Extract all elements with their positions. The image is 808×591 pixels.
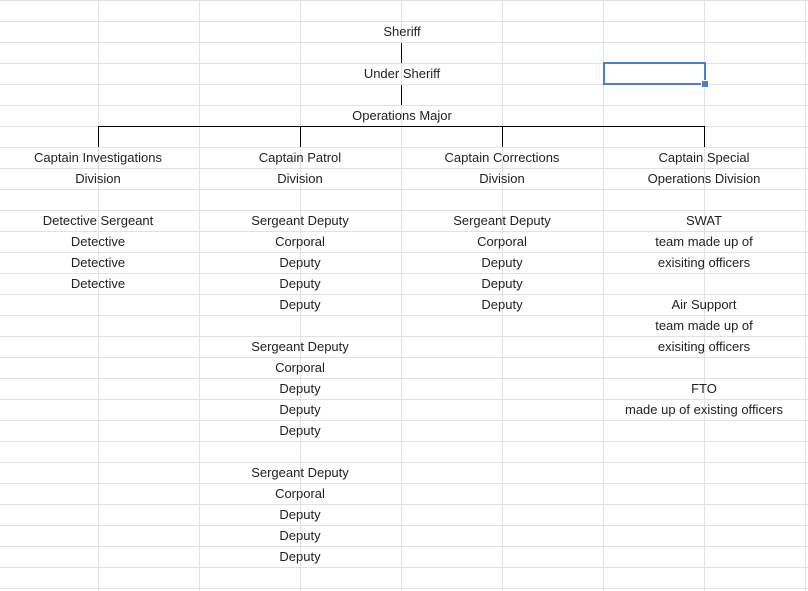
row-gridline (0, 189, 808, 190)
connector-drop-corrections (502, 126, 503, 147)
connector-horizontal-bar (98, 126, 705, 127)
cell-patrol-member[interactable]: Sergeant Deputy (200, 210, 400, 231)
row-gridline (0, 357, 808, 358)
row-gridline (0, 525, 808, 526)
cell-patrol-member[interactable]: Deputy (200, 252, 400, 273)
row-gridline (0, 462, 808, 463)
cell-special-unit[interactable]: FTO (604, 378, 804, 399)
fill-handle[interactable] (701, 80, 709, 88)
cell-special-title[interactable]: Captain Special (604, 147, 804, 168)
cell-patrol-member[interactable]: Deputy (200, 546, 400, 567)
cell-patrol-member[interactable]: Deputy (200, 294, 400, 315)
row-gridline (0, 441, 808, 442)
cell-special-unit[interactable]: team made up of (604, 231, 804, 252)
cell-investigations-title[interactable]: Captain Investigations (0, 147, 198, 168)
cell-corrections-member[interactable]: Sergeant Deputy (402, 210, 602, 231)
cell-special-unit[interactable]: made up of existing officers (604, 399, 804, 420)
cell-patrol-member[interactable]: Deputy (200, 525, 400, 546)
row-gridline (0, 42, 808, 43)
spreadsheet-grid[interactable]: Sheriff Under Sheriff Operations Major C… (0, 0, 808, 591)
cell-investigations-member[interactable]: Detective (0, 273, 198, 294)
column-gridline (805, 0, 806, 591)
cell-patrol-member[interactable]: Deputy (200, 399, 400, 420)
selected-cell[interactable] (603, 62, 706, 85)
cell-patrol-subtitle[interactable]: Division (200, 168, 400, 189)
cell-operations-major[interactable]: Operations Major (302, 105, 502, 126)
cell-special-unit[interactable]: Air Support (604, 294, 804, 315)
connector-under-major (401, 85, 402, 105)
cell-patrol-member[interactable]: Corporal (200, 231, 400, 252)
cell-corrections-member[interactable]: Deputy (402, 273, 602, 294)
cell-special-unit[interactable]: team made up of (604, 315, 804, 336)
cell-special-subtitle[interactable]: Operations Division (604, 168, 804, 189)
cell-patrol-member[interactable]: Sergeant Deputy (200, 462, 400, 483)
cell-patrol-member[interactable]: Sergeant Deputy (200, 336, 400, 357)
cell-corrections-subtitle[interactable]: Division (402, 168, 602, 189)
cell-patrol-member[interactable]: Corporal (200, 483, 400, 504)
cell-sheriff[interactable]: Sheriff (302, 21, 502, 42)
cell-corrections-member[interactable]: Deputy (402, 294, 602, 315)
row-gridline (0, 588, 808, 589)
row-gridline (0, 504, 808, 505)
cell-special-unit[interactable]: SWAT (604, 210, 804, 231)
connector-drop-investigations (98, 126, 99, 147)
cell-patrol-member[interactable]: Corporal (200, 357, 400, 378)
connector-drop-special (704, 126, 705, 147)
cell-under-sheriff[interactable]: Under Sheriff (302, 63, 502, 84)
cell-special-unit[interactable]: exisiting officers (604, 336, 804, 357)
column-gridline (98, 0, 99, 591)
cell-investigations-subtitle[interactable]: Division (0, 168, 198, 189)
cell-special-unit[interactable]: exisiting officers (604, 252, 804, 273)
row-gridline (0, 546, 808, 547)
cell-corrections-member[interactable]: Corporal (402, 231, 602, 252)
cell-patrol-member[interactable]: Deputy (200, 420, 400, 441)
cell-investigations-member[interactable]: Detective (0, 252, 198, 273)
row-gridline (0, 567, 808, 568)
cell-investigations-member[interactable]: Detective Sergeant (0, 210, 198, 231)
cell-investigations-member[interactable]: Detective (0, 231, 198, 252)
cell-patrol-member[interactable]: Deputy (200, 504, 400, 525)
connector-drop-patrol (300, 126, 301, 147)
cell-corrections-title[interactable]: Captain Corrections (402, 147, 602, 168)
row-gridline (0, 483, 808, 484)
cell-patrol-member[interactable]: Deputy (200, 273, 400, 294)
cell-patrol-member[interactable]: Deputy (200, 378, 400, 399)
connector-sheriff-under (401, 43, 402, 63)
cell-patrol-title[interactable]: Captain Patrol (200, 147, 400, 168)
row-gridline (0, 420, 808, 421)
cell-corrections-member[interactable]: Deputy (402, 252, 602, 273)
row-gridline (0, 0, 808, 1)
